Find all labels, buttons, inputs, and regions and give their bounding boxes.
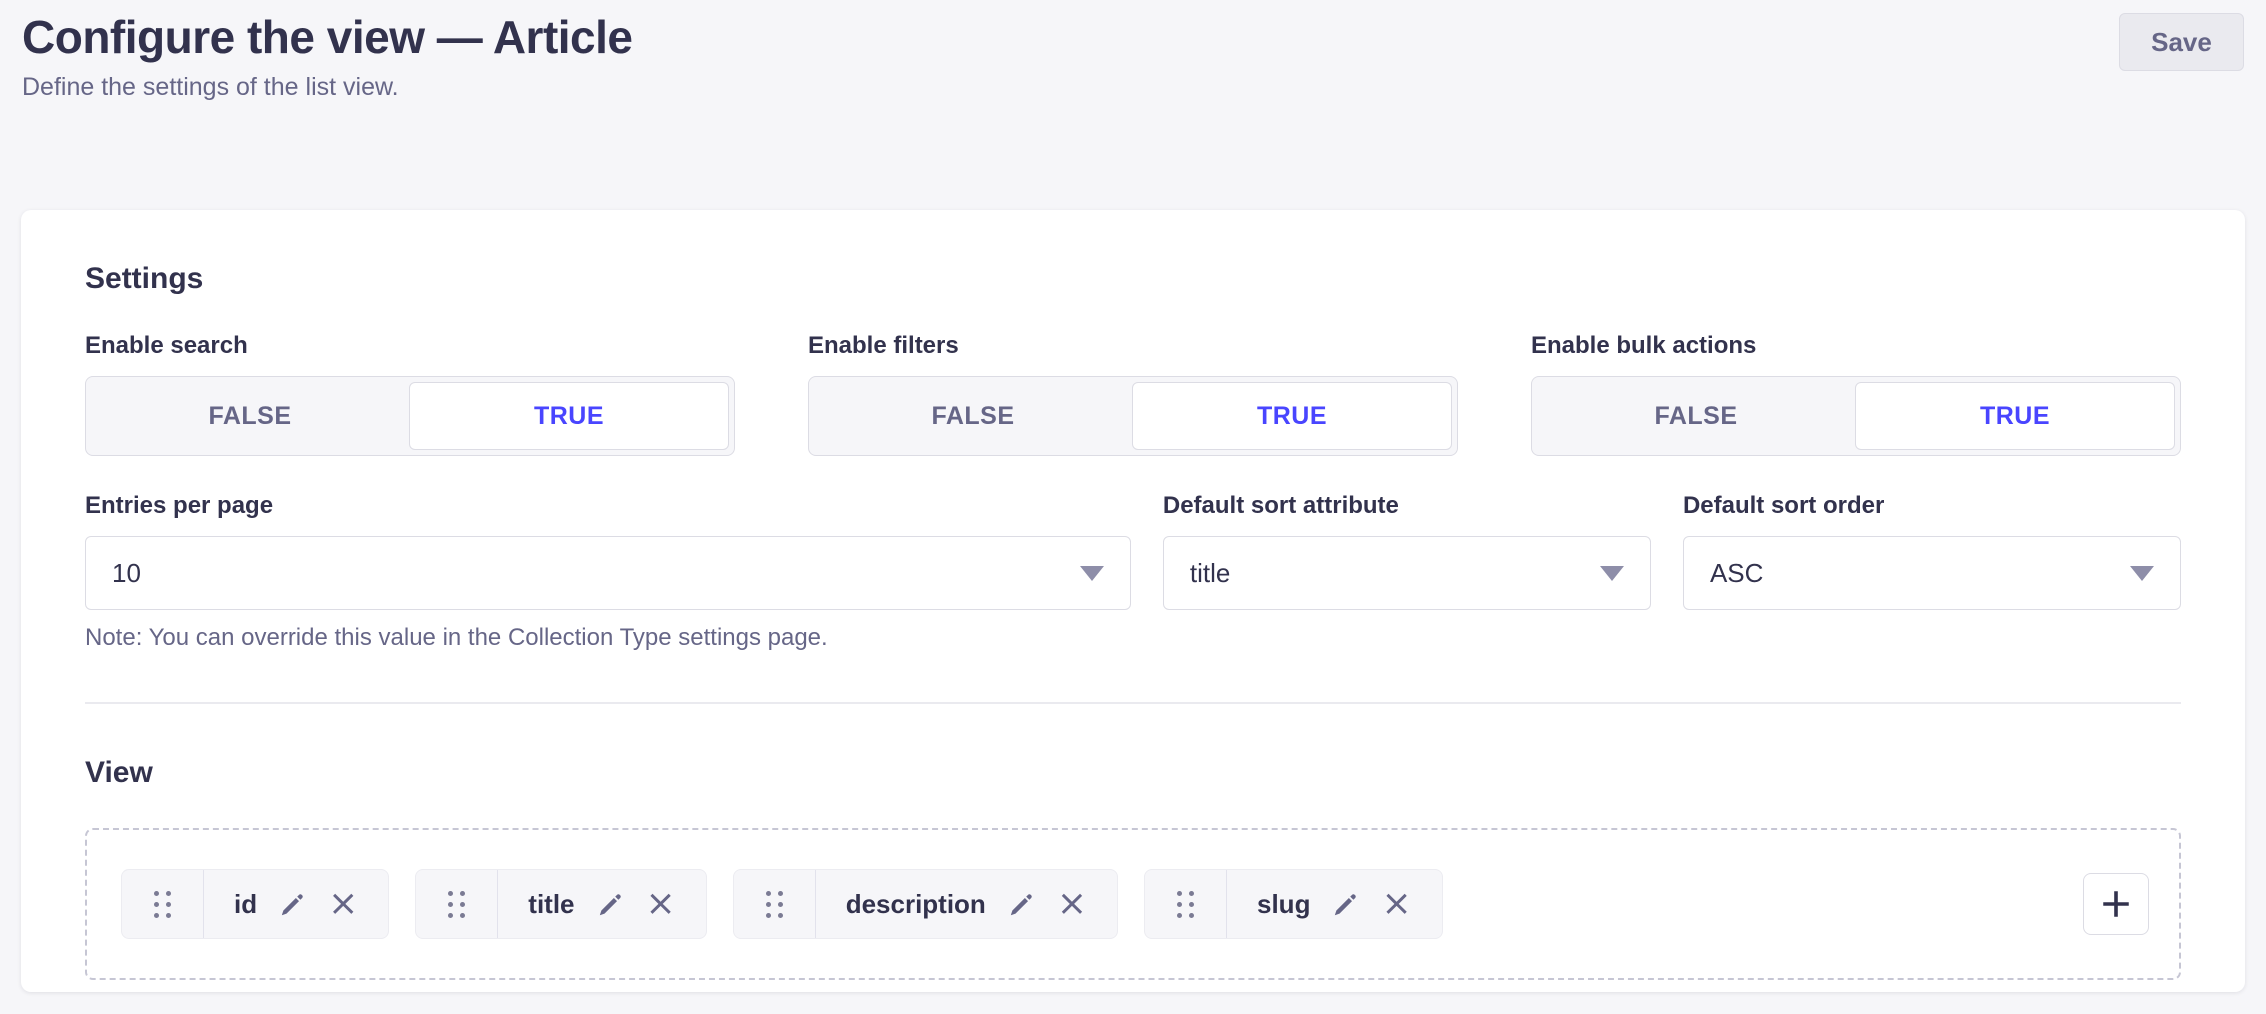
enable-filters-false-option[interactable]: FALSE bbox=[814, 382, 1132, 450]
enable-bulk-actions-toggle: FALSE TRUE bbox=[1531, 376, 2181, 456]
enable-search-false-option[interactable]: FALSE bbox=[91, 382, 409, 450]
default-sort-order-group: Default sort order ASC bbox=[1683, 492, 2181, 652]
field-chip-label: description bbox=[846, 889, 986, 920]
edit-field-button[interactable] bbox=[1332, 891, 1359, 918]
remove-field-button[interactable]: × bbox=[646, 886, 676, 922]
edit-field-button[interactable] bbox=[597, 891, 624, 918]
pencil-icon bbox=[1008, 891, 1035, 918]
drag-handle[interactable] bbox=[1145, 870, 1227, 938]
default-sort-attribute-select[interactable]: title bbox=[1163, 536, 1651, 610]
enable-search-toggle: FALSE TRUE bbox=[85, 376, 735, 456]
pencil-icon bbox=[279, 891, 306, 918]
default-sort-attribute-label: Default sort attribute bbox=[1163, 492, 1651, 520]
pencil-icon bbox=[1332, 891, 1359, 918]
enable-filters-true-option[interactable]: TRUE bbox=[1132, 382, 1452, 450]
enable-bulk-actions-group: Enable bulk actions FALSE TRUE bbox=[1531, 332, 2181, 456]
enable-search-group: Enable search FALSE TRUE bbox=[85, 332, 735, 456]
enable-bulk-actions-label: Enable bulk actions bbox=[1531, 332, 2181, 360]
enable-filters-label: Enable filters bbox=[808, 332, 1458, 360]
edit-field-button[interactable] bbox=[279, 891, 306, 918]
close-icon: × bbox=[328, 886, 358, 922]
add-field-button[interactable] bbox=[2083, 873, 2149, 935]
page-subtitle: Define the settings of the list view. bbox=[22, 73, 2244, 102]
drag-handle-icon bbox=[448, 891, 465, 918]
pencil-icon bbox=[597, 891, 624, 918]
default-sort-attribute-value: title bbox=[1190, 558, 1230, 589]
remove-field-button[interactable]: × bbox=[1057, 886, 1087, 922]
entries-per-page-group: Entries per page 10 Note: You can overri… bbox=[85, 492, 1131, 652]
page-header: Configure the view — Article Define the … bbox=[0, 0, 2266, 102]
toggles-row: Enable search FALSE TRUE Enable filters … bbox=[85, 332, 2181, 456]
sort-settings-row: Entries per page 10 Note: You can overri… bbox=[85, 492, 2181, 652]
section-divider bbox=[85, 702, 2181, 704]
page-title: Configure the view — Article bbox=[22, 12, 2244, 63]
enable-bulk-actions-false-option[interactable]: FALSE bbox=[1537, 382, 1855, 450]
default-sort-order-label: Default sort order bbox=[1683, 492, 2181, 520]
remove-field-button[interactable]: × bbox=[328, 886, 358, 922]
close-icon: × bbox=[646, 886, 676, 922]
entries-per-page-value: 10 bbox=[112, 558, 141, 589]
field-chip-label: title bbox=[528, 889, 574, 920]
drag-handle[interactable] bbox=[416, 870, 498, 938]
field-list-dropzone: id × title bbox=[85, 828, 2181, 980]
plus-icon bbox=[2099, 887, 2133, 921]
drag-handle-icon bbox=[154, 891, 171, 918]
close-icon: × bbox=[1057, 886, 1087, 922]
enable-filters-group: Enable filters FALSE TRUE bbox=[808, 332, 1458, 456]
edit-field-button[interactable] bbox=[1008, 891, 1035, 918]
settings-section-heading: Settings bbox=[85, 262, 2181, 296]
drag-handle-icon bbox=[1177, 891, 1194, 918]
chevron-down-icon bbox=[2130, 566, 2154, 581]
chevron-down-icon bbox=[1600, 566, 1624, 581]
default-sort-order-select[interactable]: ASC bbox=[1683, 536, 2181, 610]
default-sort-attribute-group: Default sort attribute title bbox=[1163, 492, 1651, 652]
entries-per-page-select[interactable]: 10 bbox=[85, 536, 1131, 610]
field-chip-slug: slug × bbox=[1144, 869, 1443, 939]
enable-search-label: Enable search bbox=[85, 332, 735, 360]
field-chip-label: id bbox=[234, 889, 257, 920]
drag-handle[interactable] bbox=[734, 870, 816, 938]
entries-per-page-note: Note: You can override this value in the… bbox=[85, 624, 1131, 652]
view-section-heading: View bbox=[85, 756, 2181, 790]
field-chip-label: slug bbox=[1257, 889, 1310, 920]
field-chip-title: title × bbox=[415, 869, 706, 939]
remove-field-button[interactable]: × bbox=[1381, 886, 1411, 922]
field-chip-description: description × bbox=[733, 869, 1118, 939]
drag-handle[interactable] bbox=[122, 870, 204, 938]
field-chip-id: id × bbox=[121, 869, 389, 939]
settings-card: Settings Enable search FALSE TRUE Enable… bbox=[21, 210, 2245, 992]
enable-filters-toggle: FALSE TRUE bbox=[808, 376, 1458, 456]
save-button[interactable]: Save bbox=[2119, 13, 2244, 71]
close-icon: × bbox=[1381, 886, 1411, 922]
drag-handle-icon bbox=[766, 891, 783, 918]
chevron-down-icon bbox=[1080, 566, 1104, 581]
enable-search-true-option[interactable]: TRUE bbox=[409, 382, 729, 450]
entries-per-page-label: Entries per page bbox=[85, 492, 1131, 520]
enable-bulk-actions-true-option[interactable]: TRUE bbox=[1855, 382, 2175, 450]
default-sort-order-value: ASC bbox=[1710, 558, 1763, 589]
